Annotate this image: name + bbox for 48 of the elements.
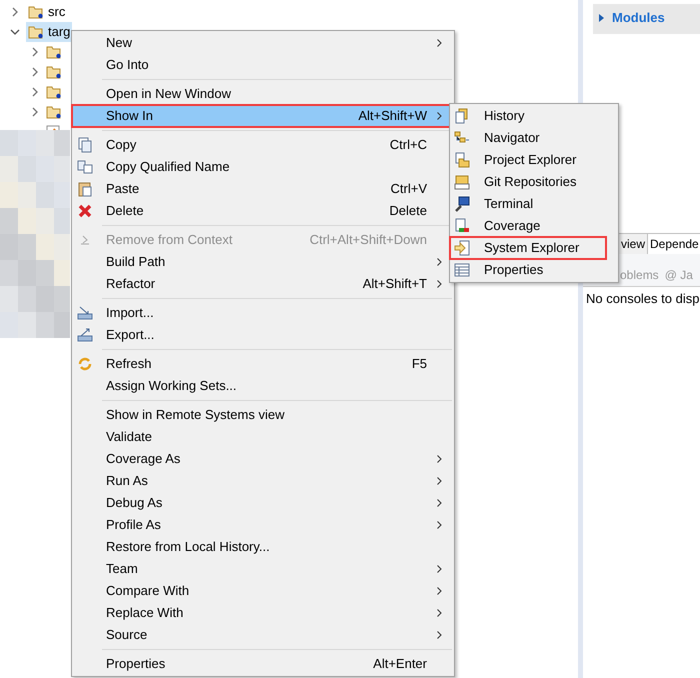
menu-item[interactable]: Team xyxy=(72,558,454,580)
tree-item[interactable]: targ xyxy=(26,22,72,42)
menu-item[interactable]: Profile As xyxy=(72,514,454,536)
chevron-right-icon[interactable] xyxy=(10,7,20,17)
copy-icon xyxy=(77,137,93,153)
menu-item[interactable]: Open in New Window xyxy=(72,83,454,105)
menu-item[interactable]: Compare With xyxy=(72,580,454,602)
shortcut-label: Ctrl+Alt+Shift+Down xyxy=(310,231,427,250)
tree-item[interactable]: src xyxy=(26,2,68,22)
folder-icon xyxy=(28,25,44,39)
tab[interactable]: view xyxy=(619,233,648,254)
menu-item[interactable]: Debug As xyxy=(72,492,454,514)
menu-item[interactable]: Assign Working Sets... xyxy=(72,375,454,397)
delete-icon xyxy=(77,203,93,219)
menu-item[interactable]: Restore from Local History... xyxy=(72,536,454,558)
shortcut-label: F5 xyxy=(412,355,427,374)
triangle-right-icon xyxy=(599,14,604,22)
menu-item[interactable]: New xyxy=(72,32,454,54)
folder-icon xyxy=(46,65,62,79)
console-message: No consoles to disp xyxy=(583,286,700,308)
folder-icon xyxy=(46,45,62,59)
refresh-icon xyxy=(77,356,93,372)
menu-item[interactable]: Export... xyxy=(72,324,454,346)
menu-item[interactable]: Refresh F5 xyxy=(72,353,454,375)
shortcut-label: Ctrl+C xyxy=(390,136,427,154)
menu-item[interactable]: Go Into xyxy=(72,54,454,76)
menu-item[interactable]: Replace With xyxy=(72,602,454,624)
shortcut-label: Alt+Enter xyxy=(373,655,427,674)
folder-icon xyxy=(46,105,62,119)
shortcut-label: Alt+Shift+T xyxy=(362,275,427,294)
folder-icon xyxy=(28,5,44,19)
section-header[interactable]: Modules xyxy=(593,4,700,34)
menu-item[interactable]: Run As xyxy=(72,470,454,492)
export-icon xyxy=(77,327,93,343)
menu-item[interactable]: Source xyxy=(72,624,454,646)
shortcut-label: Alt+Shift+W xyxy=(358,107,427,126)
menu-item[interactable]: Import... xyxy=(72,302,454,324)
menu-item[interactable]: Validate xyxy=(72,426,454,448)
shortcut-label: Ctrl+V xyxy=(390,180,427,198)
paste-icon xyxy=(77,181,93,197)
shortcut-label: Delete xyxy=(389,202,427,220)
section-title: Modules xyxy=(612,9,665,27)
menu-item[interactable]: Properties Alt+Enter xyxy=(72,653,454,675)
import-icon xyxy=(77,305,93,321)
menu-item[interactable]: Coverage As xyxy=(72,448,454,470)
chevron-down-icon[interactable] xyxy=(10,27,20,37)
folder-icon xyxy=(46,85,62,99)
menu-item[interactable]: Show in Remote Systems view xyxy=(72,404,454,426)
